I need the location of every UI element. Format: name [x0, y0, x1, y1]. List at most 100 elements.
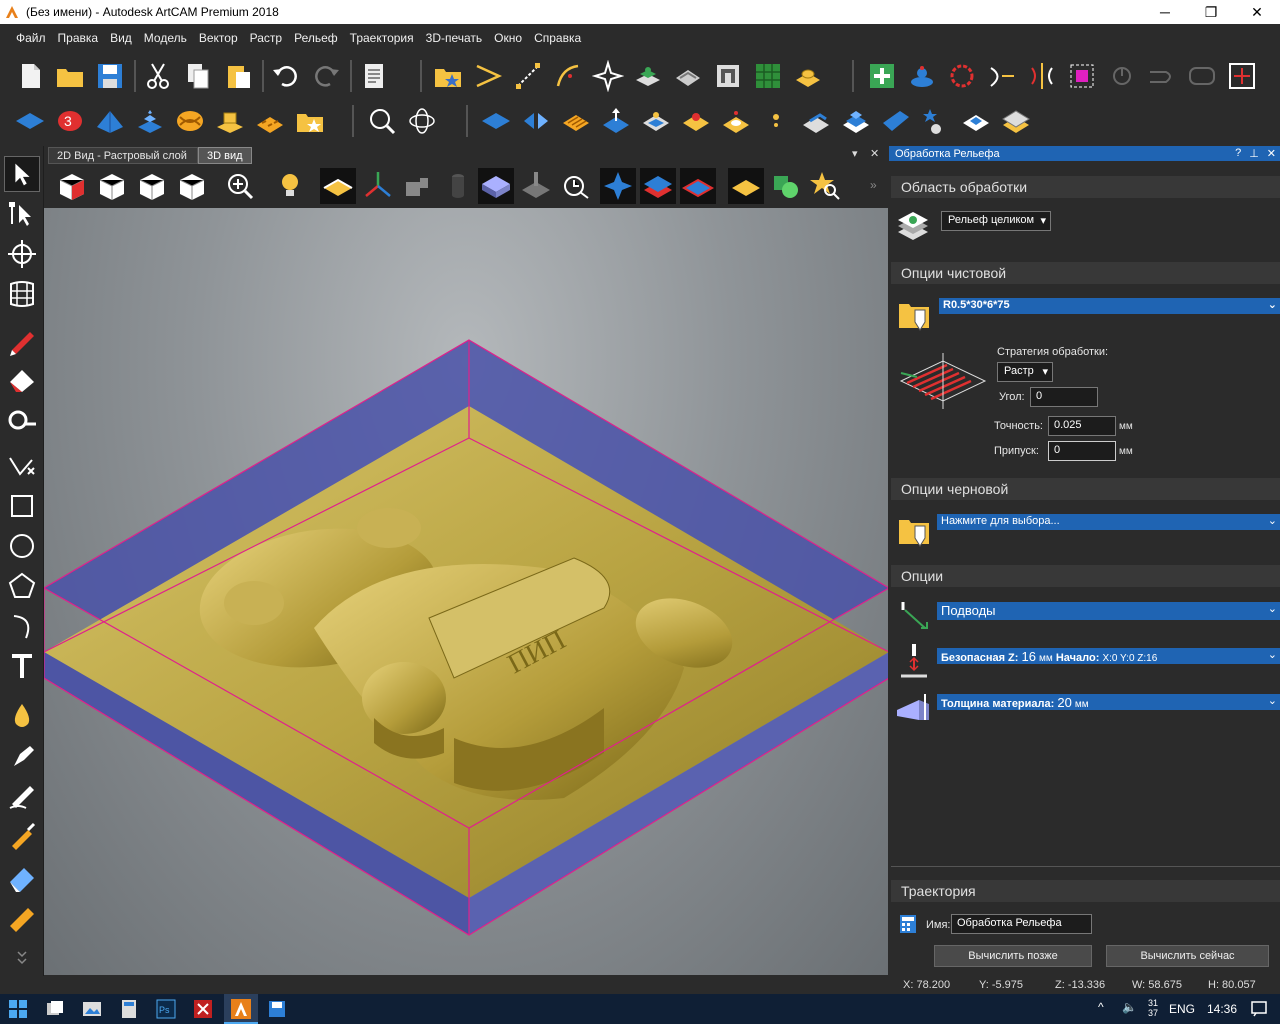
notes-icon[interactable] [358, 60, 390, 92]
favourite-search-icon[interactable] [808, 168, 844, 204]
sticker-app-icon[interactable] [192, 998, 214, 1020]
smooth-brush-icon[interactable] [4, 778, 40, 814]
zoom-in-icon[interactable] [222, 168, 258, 204]
toolpath-feature-icon[interactable] [800, 105, 832, 137]
menu-file[interactable]: Файл [10, 31, 52, 45]
front-view-icon[interactable] [94, 168, 130, 204]
simulate-cut-icon[interactable] [518, 168, 554, 204]
language-indicator[interactable]: ENG [1169, 1002, 1195, 1016]
add-green-icon[interactable] [866, 60, 898, 92]
task-view-icon[interactable] [44, 998, 66, 1020]
show-relief-icon[interactable] [600, 168, 636, 204]
section-roughing-options[interactable]: Опции черновой [891, 478, 1280, 500]
menu-relief[interactable]: Рельеф [288, 31, 344, 45]
toolpath-bevel-icon[interactable] [680, 105, 712, 137]
menu-toolpath[interactable]: Траектория [344, 31, 420, 45]
toolpath-embossing-icon[interactable] [920, 105, 952, 137]
relief-plane-icon[interactable] [14, 105, 46, 137]
section-options[interactable]: Опции [891, 565, 1280, 587]
grid-warp-icon[interactable] [4, 276, 40, 312]
polyline-icon[interactable] [4, 448, 40, 484]
select-box-icon[interactable] [1066, 60, 1098, 92]
simulation-clock-icon[interactable] [558, 168, 594, 204]
panel-pin-button[interactable]: ⊥ [1249, 147, 1259, 160]
angle-input[interactable]: 0 [1030, 387, 1098, 407]
expand-tools-icon[interactable] [4, 946, 40, 970]
menu-window[interactable]: Окно [488, 31, 528, 45]
material-thickness-dropdown[interactable]: Толщина материала: 20 мм ⌄ [937, 694, 1280, 710]
side-view-icon[interactable] [134, 168, 170, 204]
smudge-finger-icon[interactable] [4, 738, 40, 774]
iso-view-icon[interactable] [54, 168, 90, 204]
text-tool-icon[interactable] [4, 648, 40, 684]
tray-expand-icon[interactable]: ^ [1098, 1000, 1104, 1014]
node-select-icon[interactable] [4, 196, 40, 232]
tab-2d-view[interactable]: 2D Вид - Растровый слой [48, 147, 198, 164]
minimize-button[interactable]: ─ [1142, 0, 1188, 24]
light-bulb-icon[interactable] [272, 168, 308, 204]
taskbar-active-app[interactable] [224, 994, 258, 1024]
calculate-now-button[interactable]: Вычислить сейчас [1106, 945, 1269, 967]
save-icon[interactable] [94, 60, 126, 92]
stamp-icon[interactable] [712, 60, 744, 92]
select-arrow-icon[interactable] [4, 156, 40, 192]
calculate-later-button[interactable]: Вычислить позже [934, 945, 1092, 967]
transform-move-icon[interactable] [4, 236, 40, 272]
tab-close-button[interactable]: ✕ [870, 147, 879, 160]
relief-pyramid-icon[interactable] [94, 105, 126, 137]
smooth-arc-icon[interactable] [986, 60, 1018, 92]
windows-start-icon[interactable] [7, 998, 29, 1020]
axes-icon[interactable] [360, 168, 396, 204]
3d-viewport[interactable]: ПИП [44, 208, 888, 975]
gear-shape-icon[interactable] [946, 60, 978, 92]
toolpath-machine-relief-icon[interactable] [960, 105, 992, 137]
allowance-input[interactable]: 0 [1048, 441, 1116, 461]
bitmap-grid-icon[interactable] [752, 60, 784, 92]
toolpath-drill-icon[interactable] [600, 105, 632, 137]
star-shape-icon[interactable] [592, 60, 624, 92]
open-folder-icon[interactable] [54, 60, 86, 92]
relief-stamp-icon[interactable] [214, 105, 246, 137]
top-view-icon[interactable] [174, 168, 210, 204]
toolpath-pocket-icon[interactable] [520, 105, 552, 137]
menu-bitmap[interactable]: Растр [244, 31, 288, 45]
shapes-green-icon[interactable] [768, 168, 804, 204]
show-toolpath-layer-icon[interactable] [680, 168, 716, 204]
toolpath-profile-icon[interactable] [480, 105, 512, 137]
node-edit-icon[interactable] [512, 60, 544, 92]
notifications-icon[interactable] [1250, 999, 1268, 1017]
finishing-tool-dropdown[interactable]: R0.5*30*6*75 ⌄ [939, 298, 1280, 314]
weather-temp[interactable]: 31 37 [1148, 998, 1158, 1018]
menu-view[interactable]: Вид [104, 31, 138, 45]
mirror-icon[interactable] [1026, 60, 1058, 92]
cylinder-icon[interactable] [440, 168, 476, 204]
volume-icon[interactable]: 🔈 [1122, 1000, 1137, 1014]
section-toolpath[interactable]: Траектория [891, 880, 1280, 902]
section-finishing-options[interactable]: Опции чистовой [891, 262, 1280, 284]
toolpath-laser-icon[interactable] [1000, 105, 1032, 137]
clock[interactable]: 14:36 [1207, 1002, 1237, 1016]
save-app-icon[interactable] [266, 998, 288, 1020]
redo-icon[interactable] [310, 60, 342, 92]
curve-fit-icon[interactable] [552, 60, 584, 92]
toolpath-3d-roughing-icon[interactable] [840, 105, 872, 137]
tab-3d-view[interactable]: 3D вид [198, 147, 252, 164]
relief-blob-icon[interactable] [792, 60, 824, 92]
toolpath-vcarve-icon[interactable] [640, 105, 672, 137]
circle-icon[interactable] [4, 528, 40, 564]
toolpath-inlay-icon[interactable] [720, 105, 752, 137]
drop-sculpt-icon[interactable] [4, 698, 40, 734]
area-select[interactable]: Рельеф целиком ▾ [941, 211, 1051, 231]
copy-icon[interactable] [182, 60, 214, 92]
relief-texture-icon[interactable] [254, 105, 286, 137]
toolpath-point-icon[interactable] [760, 105, 792, 137]
shaded-material-icon[interactable] [320, 168, 356, 204]
material-block-icon[interactable] [478, 168, 514, 204]
pencil-draw-icon[interactable] [4, 322, 40, 358]
carve-chisel-icon[interactable] [4, 818, 40, 854]
fill-bucket-icon[interactable] [4, 362, 40, 398]
menu-edit[interactable]: Правка [52, 31, 105, 45]
orbit-atom-icon[interactable] [406, 105, 438, 137]
safe-z-dropdown[interactable]: Безопасная Z: 16 мм Начало: X:0 Y:0 Z:16… [937, 648, 1280, 664]
relief-blocks-icon[interactable] [134, 105, 166, 137]
